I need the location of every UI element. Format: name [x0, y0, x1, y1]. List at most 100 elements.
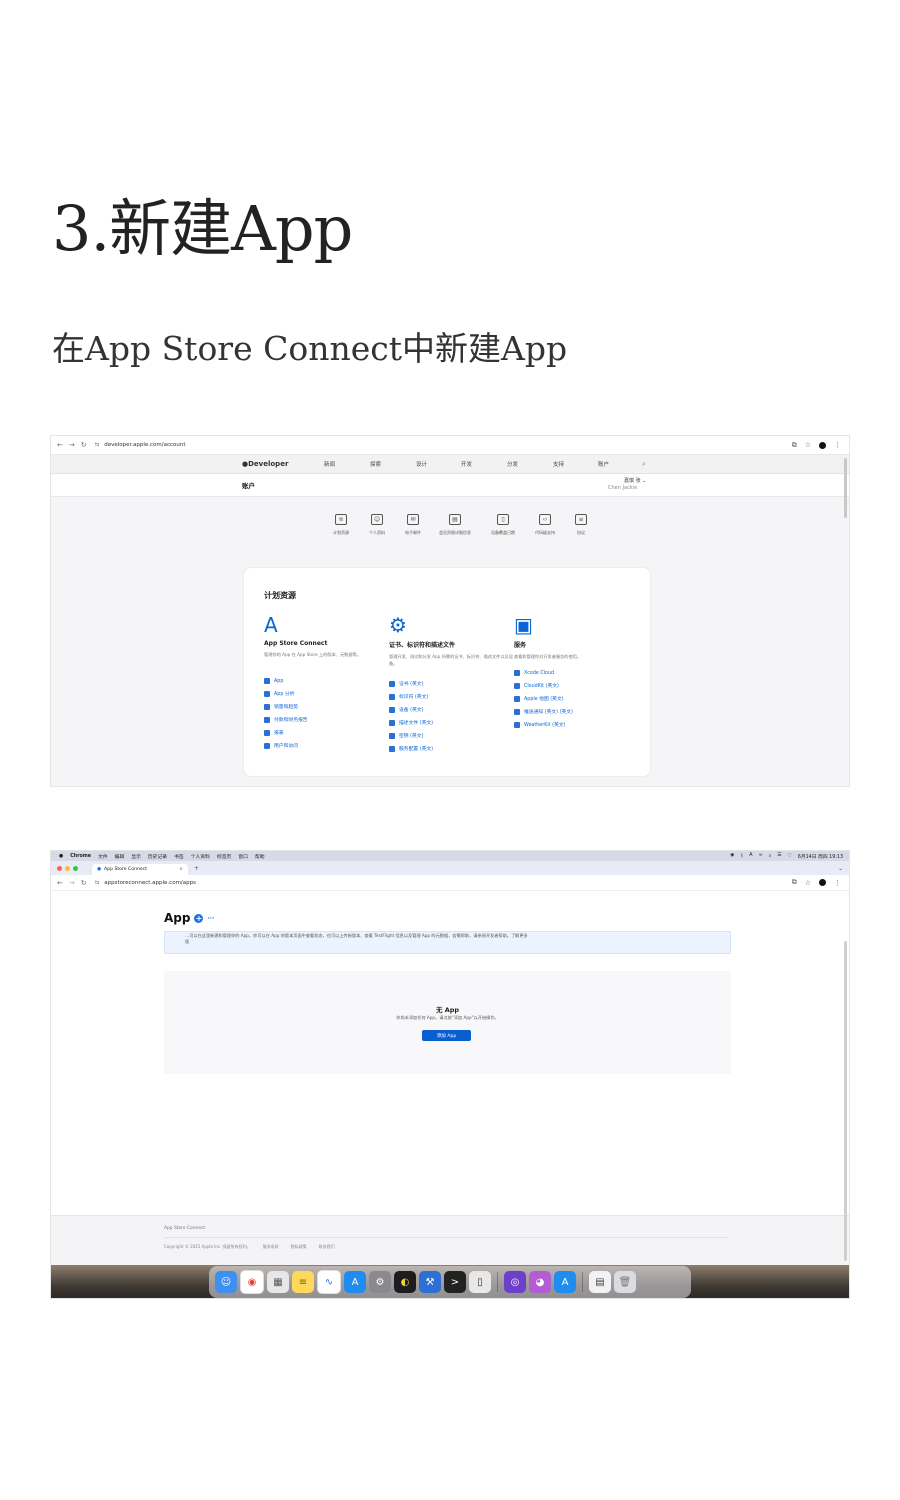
- nav-develop[interactable]: 开发: [461, 460, 472, 468]
- github-icon[interactable]: ◎: [504, 1271, 526, 1293]
- xcode-icon[interactable]: ⚒: [419, 1271, 441, 1293]
- link-keys[interactable]: 密钥 (英文): [389, 732, 514, 739]
- tab-search-icon[interactable]: ⌄: [838, 865, 843, 872]
- shortcut-program-resources[interactable]: ≋ 计划资源: [323, 514, 359, 536]
- bookmark-star-icon[interactable]: ☆: [805, 441, 811, 449]
- scrollbar[interactable]: [844, 458, 847, 518]
- kebab-menu-icon[interactable]: ⋮: [834, 879, 841, 887]
- menu-edit[interactable]: 编辑: [115, 853, 125, 860]
- nav-distribute[interactable]: 分发: [507, 460, 518, 468]
- freeform-icon[interactable]: ∿: [317, 1270, 341, 1294]
- shortcut-email[interactable]: ✉ 电子邮件: [395, 514, 431, 536]
- add-app-button[interactable]: 添加 App: [422, 1030, 471, 1041]
- close-window-button[interactable]: [57, 865, 62, 871]
- link-weatherkit[interactable]: WeatherKit (英文): [514, 721, 639, 728]
- link-users-access[interactable]: 用户和访问: [264, 742, 389, 749]
- shortcut-profile[interactable]: ☺ 个人资料: [359, 514, 395, 536]
- control-center-icon[interactable]: ☰: [777, 853, 781, 860]
- install-app-icon[interactable]: ⧉: [792, 878, 797, 887]
- finder-icon[interactable]: ☺: [215, 1271, 237, 1293]
- siri-icon[interactable]: ◌: [788, 853, 792, 860]
- link-push-notifications[interactable]: 推送通知 (英文) (英文): [514, 708, 639, 715]
- nav-discover[interactable]: 探索: [370, 460, 381, 468]
- spotlight-search-icon[interactable]: ⌕: [769, 853, 772, 860]
- developer-logo[interactable]: ●Developer: [242, 460, 288, 468]
- profile-avatar[interactable]: [819, 441, 826, 449]
- shortcut-device-coverage[interactable]: ▯ 设备覆盖日期: [479, 514, 527, 536]
- notes-icon[interactable]: ≡: [292, 1271, 314, 1293]
- footer-privacy-link[interactable]: 隐私政策: [291, 1244, 307, 1250]
- link-certificates[interactable]: 证书 (英文): [389, 680, 514, 687]
- forward-icon[interactable]: →: [69, 879, 75, 887]
- link-app[interactable]: App: [264, 678, 389, 684]
- nav-news[interactable]: 新闻: [324, 460, 335, 468]
- simulator-icon[interactable]: ▯: [469, 1271, 491, 1293]
- menu-file[interactable]: 文件: [98, 853, 108, 860]
- menu-profiles[interactable]: 个人资料: [191, 853, 210, 860]
- nav-design[interactable]: 设计: [416, 460, 427, 468]
- address-bar[interactable]: ⇆ developer.apple.com/account: [95, 442, 186, 448]
- more-options-icon[interactable]: ···: [207, 915, 214, 922]
- menu-window[interactable]: 窗口: [238, 853, 248, 860]
- apple-menu-icon[interactable]: ●: [59, 854, 63, 859]
- reload-icon[interactable]: ↻: [81, 441, 87, 449]
- footer-terms-link[interactable]: 服务条款: [263, 1244, 279, 1250]
- shortcut-code-support[interactable]: ‹› 代码级支持: [527, 514, 563, 536]
- translate-icon[interactable]: ⧉: [792, 441, 797, 450]
- link-payments-reports[interactable]: 付款和财务报告: [264, 716, 389, 723]
- search-icon[interactable]: ⌕: [642, 460, 646, 469]
- menu-bookmarks[interactable]: 书签: [174, 853, 184, 860]
- profile-avatar[interactable]: [819, 879, 826, 886]
- link-devices[interactable]: 设备 (英文): [389, 706, 514, 713]
- zoom-window-button[interactable]: [73, 865, 78, 871]
- address-bar[interactable]: ⇆ appstoreconnect.apple.com/apps: [95, 880, 196, 886]
- link-app-analytics[interactable]: App 分析: [264, 690, 389, 697]
- app-store-icon[interactable]: A: [554, 1271, 576, 1293]
- bluetooth-icon[interactable]: ᛒ: [740, 853, 743, 860]
- footer-contact-link[interactable]: 联系我们: [319, 1244, 335, 1250]
- bookmark-star-icon[interactable]: ☆: [805, 879, 811, 887]
- site-info-icon[interactable]: ⇆: [95, 442, 100, 448]
- chrome-icon[interactable]: ◉: [240, 1270, 264, 1294]
- app-store-icon[interactable]: A: [344, 1271, 366, 1293]
- scrollbar[interactable]: [844, 941, 847, 1261]
- link-profiles[interactable]: 描述文件 (英文): [389, 719, 514, 726]
- column-title[interactable]: 证书、标识符和描述文件: [389, 640, 514, 649]
- link-xcode-cloud[interactable]: Xcode Cloud: [514, 670, 639, 676]
- back-icon[interactable]: ←: [57, 879, 63, 887]
- link-services-config[interactable]: 服务配置 (英文): [389, 745, 514, 752]
- link-sales-trends[interactable]: 销量和趋势: [264, 703, 389, 710]
- cat-icon[interactable]: ◕: [529, 1271, 551, 1293]
- menu-help[interactable]: 帮助: [255, 853, 265, 860]
- link-cloudkit[interactable]: CloudKit (英文): [514, 682, 639, 689]
- link-identifiers[interactable]: 标识符 (英文): [389, 693, 514, 700]
- minimize-window-button[interactable]: [65, 865, 70, 871]
- nav-account[interactable]: 账户: [598, 460, 609, 468]
- wifi-icon[interactable]: ≈: [759, 853, 763, 860]
- link-reports[interactable]: 报表: [264, 729, 389, 736]
- column-title[interactable]: App Store Connect: [264, 640, 389, 647]
- nav-support[interactable]: 支持: [553, 460, 564, 468]
- reload-icon[interactable]: ↻: [81, 879, 87, 887]
- settings-icon[interactable]: ⚙: [369, 1271, 391, 1293]
- shortcut-membership[interactable]: ▤ 会员资格详细信息: [431, 514, 479, 536]
- menu-view[interactable]: 显示: [131, 853, 141, 860]
- trash-icon[interactable]: 🗑: [614, 1271, 636, 1293]
- menubar-clock[interactable]: 6月14日 周四 19:13: [798, 853, 843, 860]
- launchpad-icon[interactable]: ▦: [267, 1271, 289, 1293]
- add-app-plus-button[interactable]: +: [194, 913, 204, 923]
- preview-icon[interactable]: ▤: [589, 1271, 611, 1293]
- close-tab-icon[interactable]: ×: [179, 867, 183, 872]
- new-tab-button[interactable]: +: [194, 865, 199, 872]
- column-title[interactable]: 服务: [514, 640, 639, 649]
- user-menu[interactable]: 嘉琪 张 ⌄: [624, 477, 646, 484]
- terminal-icon[interactable]: >: [444, 1271, 466, 1293]
- input-method-icon[interactable]: A: [749, 853, 752, 860]
- tab-app-store-connect[interactable]: ● App Store Connect ×: [92, 864, 188, 875]
- link-apple-maps[interactable]: Apple 地图 (英文): [514, 695, 639, 702]
- menu-history[interactable]: 历史记录: [148, 853, 167, 860]
- vpn-icon[interactable]: ◐: [394, 1271, 416, 1293]
- forward-icon[interactable]: →: [69, 441, 75, 449]
- site-info-icon[interactable]: ⇆: [95, 880, 100, 886]
- menu-tabs[interactable]: 标签页: [217, 853, 231, 860]
